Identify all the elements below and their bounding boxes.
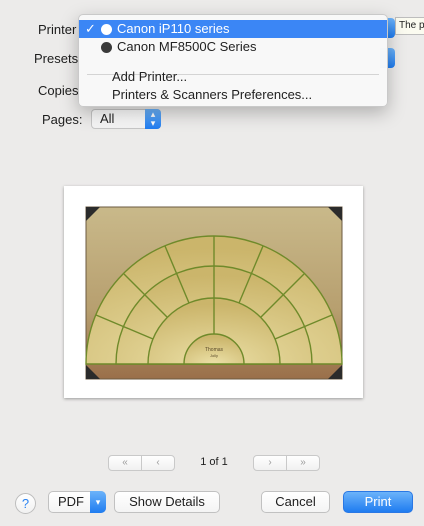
menu-item-add-printer[interactable]: Add Printer...: [79, 68, 387, 86]
print-preview: Thomas Jolly: [64, 186, 363, 398]
copies-label: Copies: [38, 83, 79, 98]
pedigree-chart-preview: Thomas Jolly: [85, 206, 343, 380]
first-page-button[interactable]: «: [108, 455, 142, 471]
pdf-menu-button[interactable]: PDF ▾: [48, 491, 106, 513]
tooltip-text: The p: [399, 20, 424, 31]
chevron-left-icon: ‹: [156, 457, 160, 468]
print-button[interactable]: Print: [343, 491, 413, 513]
menu-item-printers-preferences[interactable]: Printers & Scanners Preferences...: [79, 86, 387, 104]
double-chevron-right-icon: »: [300, 457, 306, 468]
menu-item-label: Add Printer...: [112, 69, 188, 84]
cancel-label: Cancel: [275, 494, 316, 509]
previous-page-button[interactable]: ‹: [141, 455, 175, 471]
menu-item-label: Canon MF8500C Series: [117, 39, 257, 54]
chevron-right-icon: ›: [268, 457, 272, 468]
pages-select-value: All: [100, 111, 115, 126]
last-page-button[interactable]: »: [286, 455, 320, 471]
checkmark-icon: ✓: [85, 21, 96, 36]
printer-status-icon: [101, 24, 112, 35]
next-page-button[interactable]: ›: [253, 455, 287, 471]
page-indicator: 1 of 1: [200, 456, 228, 468]
presets-label: Presets: [34, 51, 79, 66]
center-person-sub: Jolly: [210, 353, 218, 358]
print-label: Print: [364, 494, 392, 509]
menu-item-canon-ip110[interactable]: ✓ Canon iP110 series: [79, 20, 387, 38]
printer-status-icon: [101, 42, 112, 53]
double-chevron-left-icon: «: [122, 457, 128, 468]
pages-label: Pages:: [42, 112, 83, 127]
help-icon: ?: [21, 496, 30, 511]
pages-select[interactable]: All ▴ ▾: [91, 109, 161, 129]
menu-item-label: Printers & Scanners Preferences...: [112, 87, 313, 102]
tooltip: The p: [395, 17, 424, 35]
menu-item-canon-mf8500c[interactable]: Canon MF8500C Series: [79, 38, 387, 56]
pdf-label: PDF: [58, 494, 84, 509]
cancel-button[interactable]: Cancel: [261, 491, 330, 513]
menu-item-label: Canon iP110 series: [117, 21, 230, 36]
chevron-updown-icon: ▴ ▾: [145, 109, 161, 129]
show-details-button[interactable]: Show Details: [114, 491, 220, 513]
printer-label: Printer: [38, 22, 77, 37]
chevron-down-icon: ▾: [90, 491, 106, 513]
printer-menu: ✓ Canon iP110 series Canon MF8500C Serie…: [78, 14, 388, 107]
help-button[interactable]: ?: [15, 493, 36, 514]
show-details-label: Show Details: [129, 494, 205, 509]
